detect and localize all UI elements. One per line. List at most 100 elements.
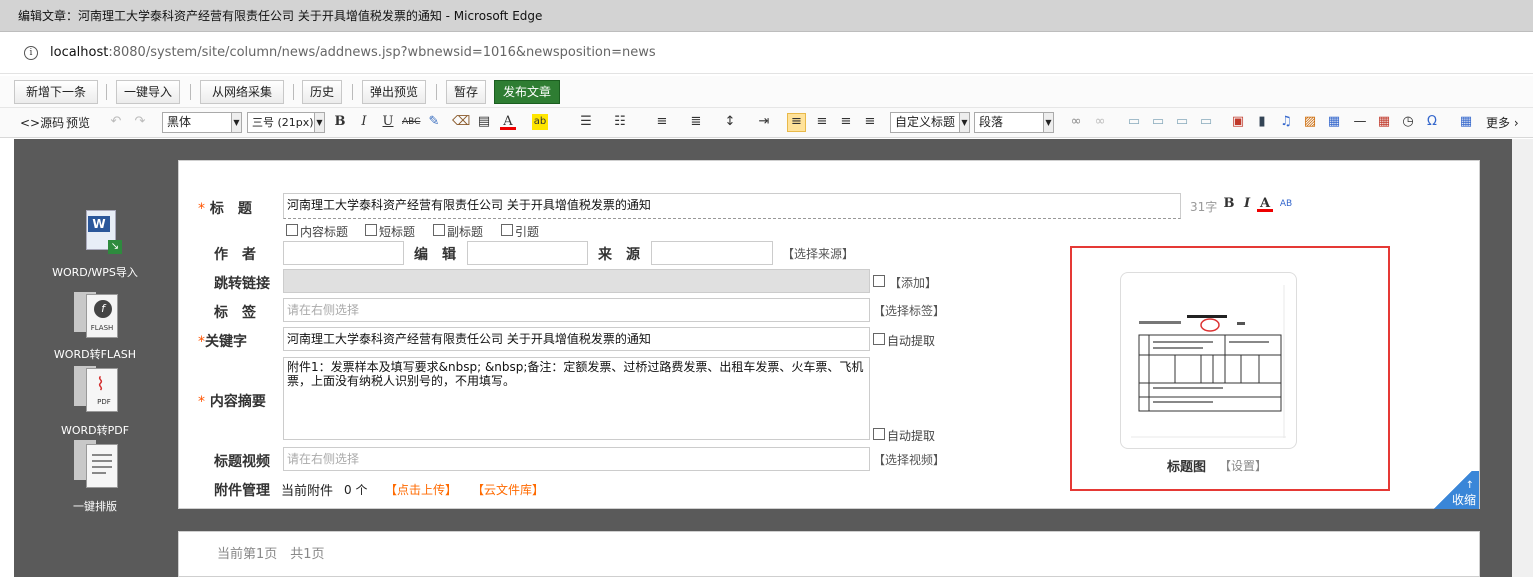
lead-title-checkbox[interactable] — [501, 224, 513, 236]
summary-label: * 内容摘要 — [198, 394, 266, 410]
current-attachment-label: 当前附件 — [281, 484, 334, 499]
template-icon[interactable]: ▦ — [1326, 114, 1342, 130]
title-bold-icon[interactable]: B — [1221, 196, 1237, 212]
table-icon[interactable]: ▦ — [1458, 114, 1474, 130]
table-row-icon[interactable]: ▭ — [1150, 114, 1166, 130]
address-bar[interactable]: i localhost:8080/system/site/column/news… — [0, 32, 1533, 74]
content-title-checkbox[interactable] — [286, 224, 298, 236]
action-toolbar: 新增下一条 一键导入 从网络采集 历史 弹出预览 暂存 发布文章 — [0, 76, 1533, 108]
history-button[interactable]: 历史 — [302, 80, 342, 104]
title-italic-icon[interactable]: I — [1239, 196, 1255, 212]
music-icon[interactable]: ♫ — [1278, 114, 1294, 130]
summary-auto-checkbox[interactable] — [873, 428, 885, 440]
collapse-button[interactable]: ↑ 收缩 — [1427, 471, 1479, 509]
redo-icon[interactable]: ↷ — [132, 114, 148, 130]
short-title-checkbox[interactable] — [365, 224, 377, 236]
table-col-icon[interactable]: ▭ — [1174, 114, 1190, 130]
align-center-icon[interactable]: ≡ — [814, 114, 830, 130]
keywords-input[interactable]: 河南理工大学泰科资产经营有限责任公司 关于开具增值税发票的通知 — [283, 327, 870, 351]
align-justify-icon[interactable]: ≡ — [862, 114, 878, 130]
info-icon[interactable]: i — [24, 46, 38, 60]
font-size-select[interactable]: 三号 (21px) ▼ — [247, 112, 325, 133]
word-to-flash-tool[interactable]: f FLASH WORD转FLASH — [50, 288, 140, 362]
preview-button[interactable]: 预览 — [66, 114, 90, 132]
title-image-setting-link[interactable]: 【设置】 — [1219, 457, 1267, 474]
title-image-thumbnail[interactable] — [1120, 272, 1297, 449]
clock-icon[interactable]: ◷ — [1400, 114, 1416, 130]
unlink-icon[interactable]: ∞ — [1092, 114, 1108, 130]
cloud-library-link[interactable]: 【云文件库】 — [472, 481, 544, 498]
window-title: 编辑文章：河南理工大学泰科资产经营有限责任公司 关于开具增值税发票的通知 - M… — [0, 0, 1533, 32]
author-input[interactable] — [283, 241, 404, 265]
web-collect-button[interactable]: 从网络采集 — [200, 80, 284, 104]
align-left-icon[interactable]: ≡ — [787, 113, 806, 132]
choose-tags-link[interactable]: 【选择标签】 — [873, 302, 945, 319]
subtitle-checkbox[interactable] — [433, 224, 445, 236]
add-link[interactable]: 【添加】 — [889, 274, 937, 291]
paragraph-select[interactable]: 段落 ▼ — [974, 112, 1054, 133]
code-icon: <> — [20, 116, 41, 130]
underline-icon[interactable]: U — [380, 114, 396, 130]
strikethrough-icon[interactable]: ABC — [402, 114, 420, 130]
save-draft-button[interactable]: 暂存 — [446, 80, 486, 104]
highlight-icon[interactable]: ab — [532, 114, 548, 130]
italic-icon[interactable]: I — [356, 114, 372, 130]
choose-source-link[interactable]: 【选择来源】 — [782, 245, 854, 262]
paste-icon[interactable]: ▤ — [476, 114, 492, 130]
editor-input[interactable] — [467, 241, 588, 265]
picture-icon[interactable]: ▨ — [1302, 114, 1318, 130]
link-icon[interactable]: ∞ — [1068, 114, 1084, 130]
divider — [106, 84, 107, 100]
chevron-down-icon: ▼ — [959, 113, 969, 132]
summary-textarea[interactable]: 附件1：发票样本及填写要求&nbsp; &nbsp;备注：定额发票、过桥过路费发… — [283, 357, 870, 440]
char-count: 31字 — [1190, 200, 1218, 214]
special-char-icon[interactable]: Ω — [1424, 114, 1440, 130]
video-label: 标题视频 — [214, 454, 270, 470]
unordered-list-icon[interactable]: ☷ — [612, 114, 628, 130]
title-color-icon[interactable]: A — [1257, 196, 1273, 212]
scrollbar[interactable] — [1512, 139, 1533, 577]
paragraph-spacing-icon[interactable]: ≡ — [654, 114, 670, 130]
keywords-auto-checkbox[interactable] — [873, 333, 885, 345]
one-click-import-button[interactable]: 一键导入 — [116, 80, 180, 104]
undo-icon[interactable]: ↶ — [108, 114, 124, 130]
video-input[interactable]: 请在右侧选择 — [283, 447, 870, 471]
divider — [436, 84, 437, 100]
tags-input[interactable]: 请在右侧选择 — [283, 298, 870, 322]
bold-icon[interactable]: B — [332, 114, 348, 130]
one-click-layout-tool[interactable]: 一键排版 — [50, 440, 140, 514]
table-delete-icon[interactable]: ▭ — [1198, 114, 1214, 130]
calendar-icon[interactable]: ▦ — [1376, 114, 1392, 130]
redirect-input[interactable] — [283, 269, 870, 293]
font-family-select[interactable]: 黑体 ▼ — [162, 112, 242, 133]
word-wps-import-tool[interactable]: W ↘ WORD/WPS导入 — [50, 206, 140, 280]
table-insert-icon[interactable]: ▭ — [1126, 114, 1142, 130]
popup-preview-button[interactable]: 弹出预览 — [362, 80, 426, 104]
title-format-icon[interactable]: AB — [1278, 196, 1294, 212]
horizontal-rule-icon[interactable]: — — [1352, 114, 1368, 130]
eraser-icon[interactable]: ⌫ — [452, 114, 470, 130]
source-input[interactable] — [651, 241, 773, 265]
heading-style-select[interactable]: 自定义标题 ▼ — [890, 112, 970, 133]
url-text[interactable]: localhost:8080/system/site/column/news/a… — [50, 45, 656, 60]
redirect-checkbox[interactable] — [873, 275, 885, 287]
publish-button[interactable]: 发布文章 — [494, 80, 560, 104]
indent-icon[interactable]: ⇥ — [756, 114, 772, 130]
line-spacing-icon[interactable]: ≣ — [688, 114, 704, 130]
align-right-icon[interactable]: ≡ — [838, 114, 854, 130]
choose-video-link[interactable]: 【选择视频】 — [873, 451, 945, 468]
image-icon[interactable]: ▣ — [1230, 114, 1246, 130]
title-input[interactable]: 河南理工大学泰科资产经营有限责任公司 关于开具增值税发票的通知 — [283, 193, 1181, 219]
source-code-button[interactable]: <>源码 — [20, 114, 64, 132]
word-to-pdf-tool[interactable]: ⌇ PDF WORD转PDF — [50, 364, 140, 438]
video-icon[interactable]: ▮ — [1254, 114, 1270, 130]
upload-link[interactable]: 【点击上传】 — [385, 481, 457, 498]
tags-label: 标 签 — [214, 305, 256, 321]
add-next-button[interactable]: 新增下一条 — [14, 80, 98, 104]
format-paint-icon[interactable]: ✎ — [426, 114, 442, 130]
font-color-icon[interactable]: A — [500, 114, 516, 130]
more-button[interactable]: 更多 › — [1486, 114, 1519, 132]
ordered-list-icon[interactable]: ☰ — [578, 114, 594, 130]
attachment-count: 0 个 — [344, 483, 368, 497]
row-spacing-icon[interactable]: ↕ — [722, 114, 738, 130]
